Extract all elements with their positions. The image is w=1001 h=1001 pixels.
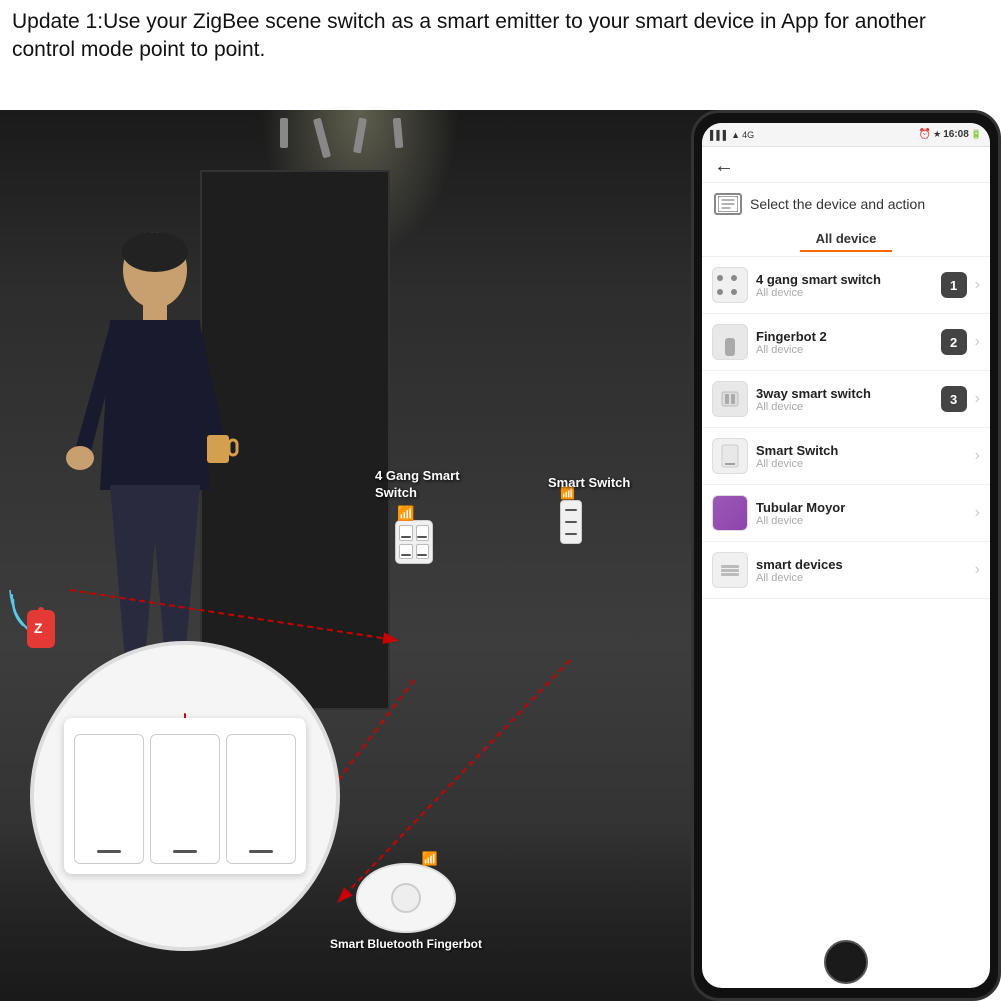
status-bar: ▌▌▌ ▲ 4G ⏰ ★ 16:08 🔋 <box>702 123 990 147</box>
phone-home-button[interactable] <box>824 940 868 984</box>
chevron-icon-3way: › <box>975 390 980 408</box>
device-info-4gang: 4 gang smart switch All device <box>756 272 933 299</box>
bluetooth-icon: ★ <box>933 129 941 140</box>
fingerbot-device: 📶 <box>356 863 456 933</box>
time-display: 16:08 <box>943 129 969 140</box>
phone-screen: ▌▌▌ ▲ 4G ⏰ ★ 16:08 🔋 ← Select th <box>702 123 990 988</box>
device-item-smart-switch[interactable]: Smart Switch All device › <box>702 428 990 485</box>
select-device-icon <box>714 193 742 215</box>
device-name-tubular: Tubular Moyor <box>756 500 967 515</box>
select-device-area: Select the device and action <box>702 183 990 221</box>
device-icon-3way <box>712 381 748 417</box>
device-item-fingerbot[interactable]: Fingerbot 2 All device 2 › <box>702 314 990 371</box>
device-icon-fingerbot <box>712 324 748 360</box>
device-info-3way: 3way smart switch All device <box>756 386 933 413</box>
device-info-smart-devices: smart devices All device <box>756 557 967 584</box>
chevron-icon-smart-devices: › <box>975 561 980 579</box>
chevron-icon-4gang: › <box>975 276 980 294</box>
app-header: ← <box>702 147 990 183</box>
device-icon-smart-devices <box>712 552 748 588</box>
device-info-tubular: Tubular Moyor All device <box>756 500 967 527</box>
label-smart-switch: Smart Switch <box>548 475 630 490</box>
device-icon-tubular <box>712 495 748 531</box>
device-badge-3: 3 <box>941 386 967 412</box>
chevron-icon-fingerbot: › <box>975 333 980 351</box>
device-item-3way[interactable]: 3way smart switch All device 3 › <box>702 371 990 428</box>
wall-smart-switch <box>560 500 582 544</box>
back-button[interactable]: ← <box>714 155 734 178</box>
device-name-smart-switch: Smart Switch <box>756 443 967 458</box>
device-info-smart-switch: Smart Switch All device <box>756 443 967 470</box>
device-sub-tubular: All device <box>756 515 967 527</box>
header-text: Update 1:Use your ZigBee scene switch as… <box>12 10 926 61</box>
fingerbot-area: 📶 Smart Bluetooth Fingerbot <box>330 863 482 951</box>
device-item-smart-devices[interactable]: smart devices All device › <box>702 542 990 599</box>
device-badge-1: 1 <box>941 272 967 298</box>
alarm-icon: ⏰ <box>919 129 931 140</box>
wifi-icon-4gang: 📶 <box>397 505 414 522</box>
device-item-4gang[interactable]: 4 gang smart switch All device 1 › <box>702 257 990 314</box>
signal-bars: ▌▌▌ <box>710 130 729 140</box>
device-sub-smart-switch: All device <box>756 458 967 470</box>
device-icon-smart-switch <box>712 438 748 474</box>
switch-button-1 <box>74 734 144 864</box>
device-info-fingerbot: Fingerbot 2 All device <box>756 329 933 356</box>
device-name-3way: 3way smart switch <box>756 386 933 401</box>
device-list: 4 gang smart switch All device 1 › Finge… <box>702 257 990 988</box>
label-4gang-switch: 4 Gang Smart Switch <box>375 468 460 502</box>
device-sub-smart-devices: All device <box>756 572 967 584</box>
device-sub-3way: All device <box>756 401 933 413</box>
network-type: 4G <box>742 130 754 140</box>
device-name-smart-devices: smart devices <box>756 557 967 572</box>
fingerbot-label: Smart Bluetooth Fingerbot <box>330 937 482 951</box>
status-right: ⏰ ★ 16:08 🔋 <box>919 129 982 140</box>
device-icon-4gang <box>712 267 748 303</box>
device-sub-4gang: All device <box>756 287 933 299</box>
device-name-fingerbot: Fingerbot 2 <box>756 329 933 344</box>
tab-all-device[interactable]: All device <box>800 227 893 252</box>
background-image: Z 📶 4 Gang Smart Switch 📶 Smart Swit <box>0 110 720 1001</box>
wifi-status: ▲ <box>731 130 740 140</box>
select-device-title: Select the device and action <box>750 196 925 212</box>
status-left: ▌▌▌ ▲ 4G <box>710 130 754 140</box>
svg-text:Z: Z <box>34 620 43 636</box>
page-header: Update 1:Use your ZigBee scene switch as… <box>12 8 989 65</box>
switch-button-3 <box>226 734 296 864</box>
chevron-icon-smart-switch: › <box>975 447 980 465</box>
battery-icon: 🔋 <box>971 129 982 140</box>
device-item-tubular[interactable]: Tubular Moyor All device › <box>702 485 990 542</box>
switch-panel <box>64 718 306 874</box>
wall-4gang-switch <box>395 520 433 564</box>
device-name-4gang: 4 gang smart switch <box>756 272 933 287</box>
track-lights <box>280 118 402 158</box>
chevron-icon-tubular: › <box>975 504 980 522</box>
phone-container: ▌▌▌ ▲ 4G ⏰ ★ 16:08 🔋 ← Select th <box>691 110 1001 1001</box>
switch-callout-circle <box>30 641 340 951</box>
device-sub-fingerbot: All device <box>756 344 933 356</box>
app-tab-bar: All device <box>702 221 990 257</box>
switch-button-2 <box>150 734 220 864</box>
device-badge-2: 2 <box>941 329 967 355</box>
